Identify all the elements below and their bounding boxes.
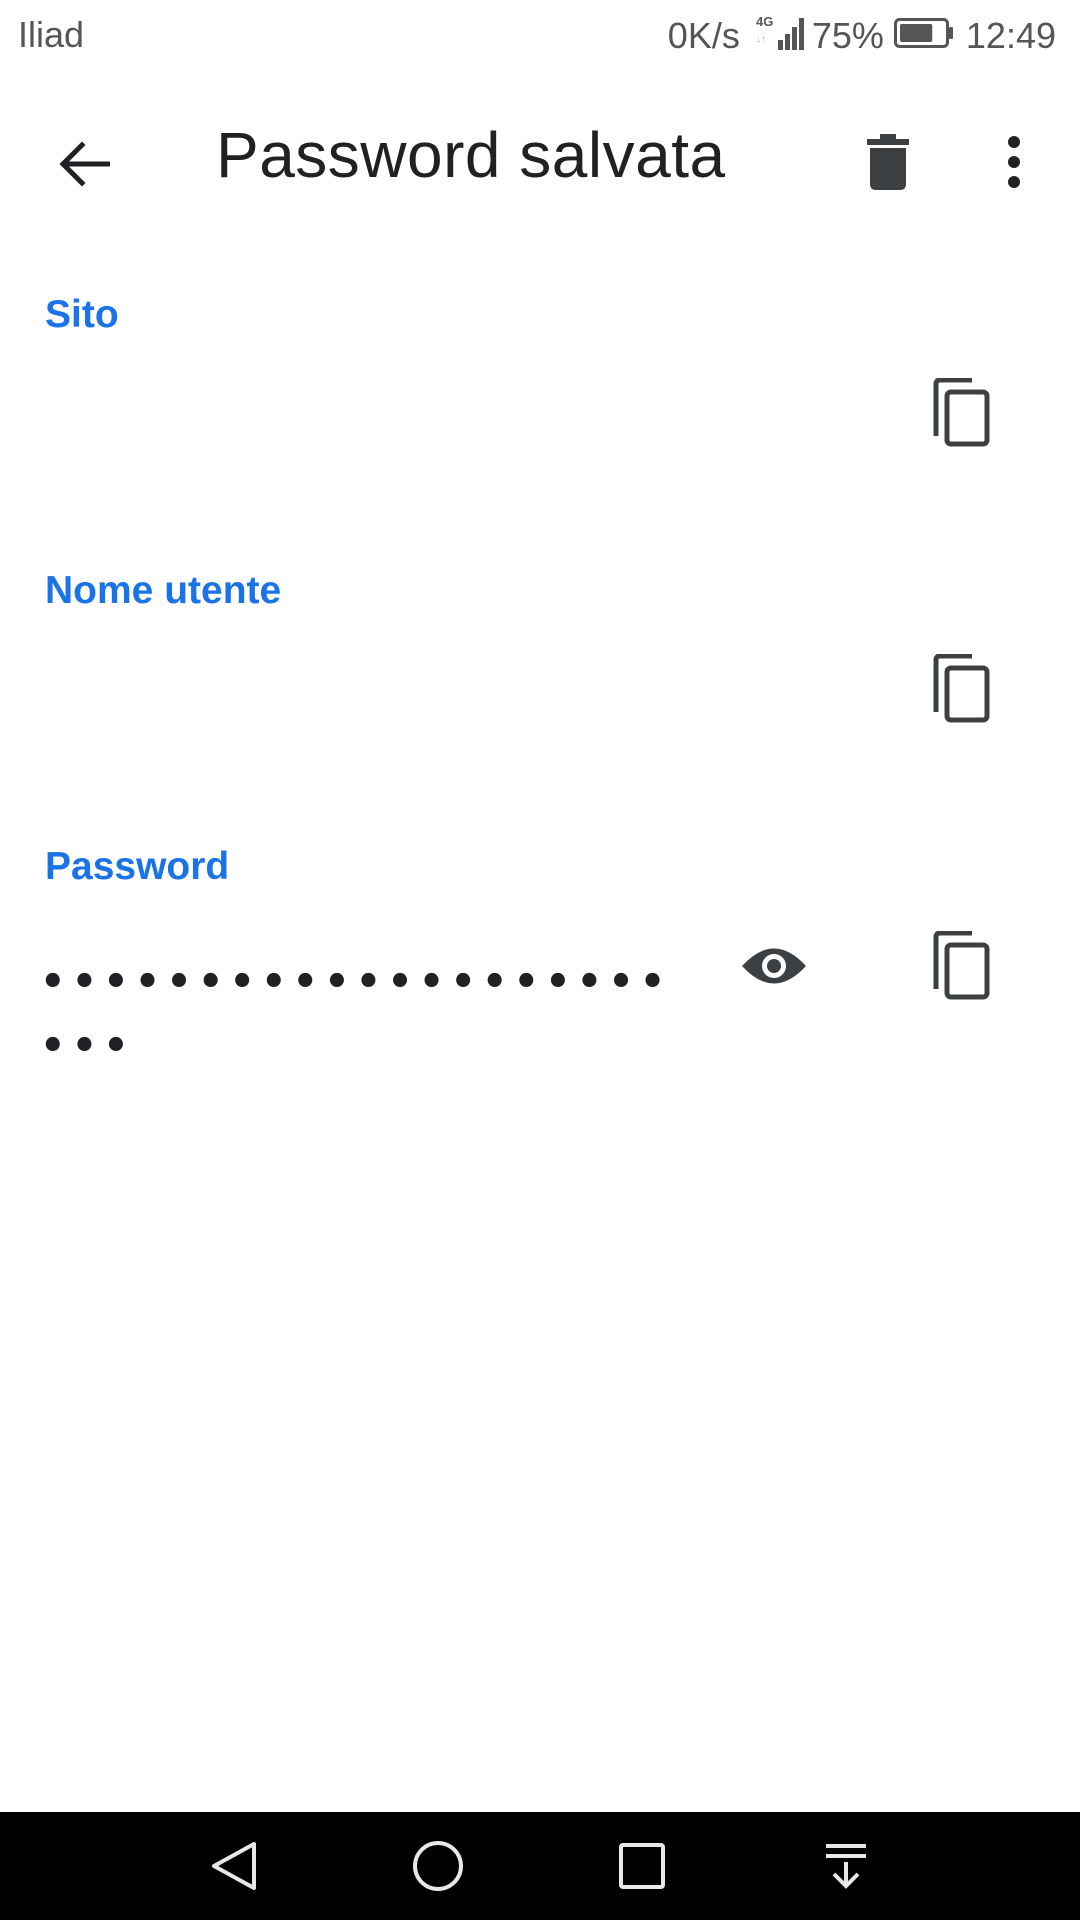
nav-back-triangle-icon [212, 1842, 256, 1890]
arrow-back-icon [59, 141, 110, 187]
eye-icon [742, 948, 806, 984]
status-bar: Iliad 0K/s 4G ↓↑ 75% 12:49 [0, 0, 1080, 72]
signal-icon: 4G ↓↑ [754, 12, 812, 61]
copy-icon [933, 378, 990, 447]
nav-recents-square-icon [619, 1843, 665, 1889]
nav-back-button[interactable] [202, 1834, 266, 1898]
site-label: Sito [45, 293, 119, 336]
copy-site-button[interactable] [920, 371, 1004, 455]
nav-home-circle-icon [413, 1841, 463, 1891]
status-indicators: 0K/s 4G ↓↑ 75% 12:49 [668, 14, 1056, 58]
carrier-name: Iliad [18, 14, 85, 55]
show-password-button[interactable] [732, 930, 816, 1002]
more-vert-icon [1008, 136, 1020, 188]
password-masked-value: ••••••••••••••••••••••• [40, 959, 672, 1069]
trash-icon [867, 134, 909, 190]
nav-recents-button[interactable] [610, 1834, 674, 1898]
network-speed: 0K/s [667, 15, 740, 56]
page-title: Password salvata [216, 119, 726, 191]
copy-password-button[interactable] [920, 924, 1004, 1008]
back-button[interactable] [44, 124, 124, 204]
copy-username-button[interactable] [920, 647, 1004, 731]
nav-home-button[interactable] [406, 1834, 470, 1898]
clock: 12:49 [965, 15, 1056, 56]
copy-icon [933, 654, 990, 723]
system-nav-bar [0, 1812, 1080, 1920]
delete-button[interactable] [848, 122, 928, 202]
nav-notifications-button[interactable] [814, 1834, 878, 1898]
app-bar: Password salvata [0, 88, 1080, 228]
battery-percent: 75% [811, 15, 884, 56]
username-label: Nome utente [45, 569, 282, 612]
copy-icon [933, 931, 990, 1000]
network-type-label: 4G [756, 14, 773, 29]
screen: Iliad 0K/s 4G ↓↑ 75% 12:49 Password salv… [0, 0, 1080, 1920]
password-label: Password [45, 845, 230, 888]
nav-pull-down-icon [826, 1844, 866, 1889]
more-options-button[interactable] [974, 122, 1054, 202]
svg-text:↓↑: ↓↑ [756, 34, 766, 45]
battery-icon [893, 15, 966, 57]
